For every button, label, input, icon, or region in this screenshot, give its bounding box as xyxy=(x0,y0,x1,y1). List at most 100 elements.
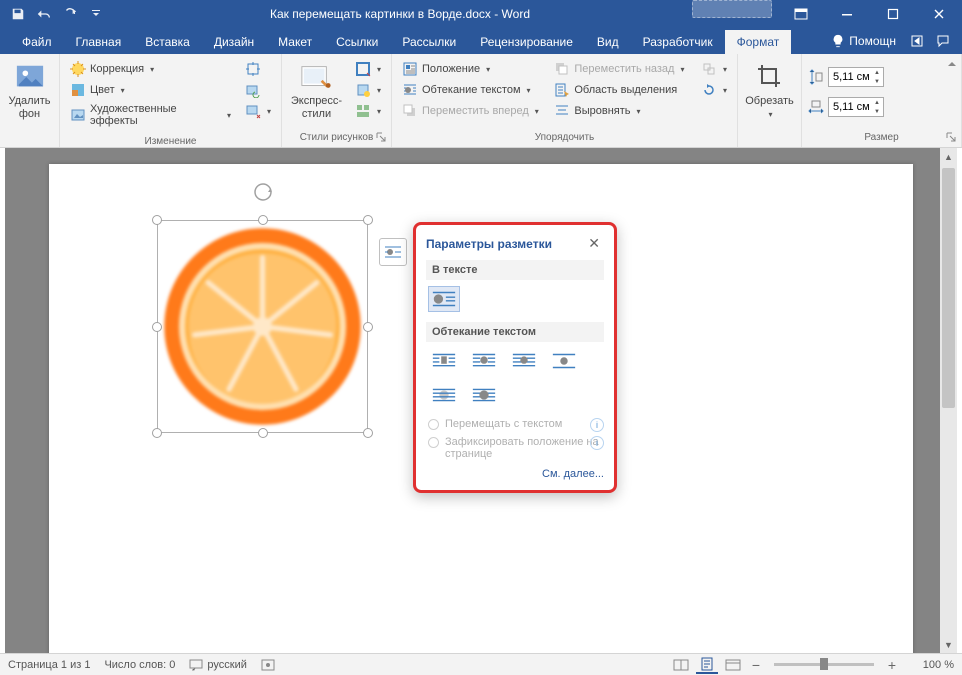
width-spinner[interactable]: ▲▼ xyxy=(808,97,884,117)
wrap-option-inline[interactable] xyxy=(428,286,460,312)
resize-handle-n[interactable] xyxy=(258,215,268,225)
tab-file[interactable]: Файл xyxy=(10,30,64,54)
tell-me-search[interactable]: Помощн xyxy=(823,28,904,54)
language-button[interactable]: русский xyxy=(189,659,246,671)
color-button[interactable]: Цвет ▾ xyxy=(66,80,235,100)
minimize-button[interactable] xyxy=(824,0,870,28)
crop-button[interactable]: Обрезать▾ xyxy=(742,57,797,127)
resize-handle-s[interactable] xyxy=(258,428,268,438)
zoom-in-button[interactable]: + xyxy=(884,657,900,673)
layout-options-button[interactable] xyxy=(379,238,407,266)
crop-icon xyxy=(754,61,786,93)
express-styles-button[interactable]: Экспресс- стили xyxy=(286,57,347,127)
close-button[interactable] xyxy=(916,0,962,28)
tab-design[interactable]: Дизайн xyxy=(202,30,266,54)
see-more-link[interactable]: См. далее... xyxy=(426,468,604,480)
read-mode-button[interactable] xyxy=(670,656,692,674)
tab-developer[interactable]: Разработчик xyxy=(631,30,725,54)
change-picture-button[interactable] xyxy=(241,80,275,100)
tab-references[interactable]: Ссылки xyxy=(324,30,390,54)
tab-view[interactable]: Вид xyxy=(585,30,631,54)
tab-review[interactable]: Рецензирование xyxy=(468,30,585,54)
border-icon xyxy=(355,61,371,77)
spin-up[interactable]: ▲ xyxy=(871,68,883,77)
ribbon-display-options[interactable] xyxy=(778,0,824,28)
print-layout-button[interactable] xyxy=(696,656,718,674)
web-layout-button[interactable] xyxy=(722,656,744,674)
position-button[interactable]: Положение ▾ xyxy=(398,59,544,79)
group-button[interactable]: ▾ xyxy=(697,59,731,79)
wrap-option-top-bottom[interactable] xyxy=(548,348,580,374)
zoom-slider[interactable] xyxy=(774,663,874,666)
popup-close-button[interactable]: ✕ xyxy=(584,235,604,252)
picture-effects-button[interactable]: ▾ xyxy=(351,80,385,100)
reset-picture-button[interactable]: ▾ xyxy=(241,101,275,121)
qat-customize-button[interactable] xyxy=(84,2,108,26)
layout-icon xyxy=(355,103,371,119)
collapse-ribbon-button[interactable] xyxy=(946,58,958,70)
info-icon[interactable]: i xyxy=(590,436,604,450)
rotate-button[interactable]: ▾ xyxy=(697,80,731,100)
word-count[interactable]: Число слов: 0 xyxy=(104,659,175,671)
tab-insert[interactable]: Вставка xyxy=(133,30,202,54)
rotate-handle[interactable] xyxy=(253,182,273,202)
resize-handle-ne[interactable] xyxy=(363,215,373,225)
vertical-scrollbar[interactable]: ▲ ▼ xyxy=(940,148,957,653)
spin-down[interactable]: ▼ xyxy=(871,107,883,116)
remove-bg-label: Удалить фон xyxy=(9,95,51,120)
resize-handle-e[interactable] xyxy=(363,322,373,332)
change-picture-icon xyxy=(245,82,261,98)
wrap-text-icon xyxy=(402,82,418,98)
resize-handle-sw[interactable] xyxy=(152,428,162,438)
wrap-option-square[interactable] xyxy=(428,348,460,374)
fix-position-radio: Зафиксировать положение на странице i xyxy=(426,436,604,460)
compress-pictures-button[interactable] xyxy=(241,59,275,79)
tab-mailings[interactable]: Рассылки xyxy=(390,30,468,54)
send-backward-button[interactable]: Переместить назад ▾ xyxy=(550,59,691,79)
share-button[interactable] xyxy=(904,28,930,54)
wrap-option-tight[interactable] xyxy=(468,348,500,374)
wrap-option-front[interactable] xyxy=(468,382,500,408)
wrap-option-behind[interactable] xyxy=(428,382,460,408)
tab-layout[interactable]: Макет xyxy=(266,30,324,54)
selected-image[interactable] xyxy=(157,220,368,433)
zoom-level[interactable]: 100 % xyxy=(904,659,954,671)
tab-format[interactable]: Формат xyxy=(725,30,792,54)
resize-handle-nw[interactable] xyxy=(152,215,162,225)
resize-handle-w[interactable] xyxy=(152,322,162,332)
zoom-thumb[interactable] xyxy=(820,658,828,670)
info-icon[interactable]: i xyxy=(590,418,604,432)
dialog-launcher-icon[interactable] xyxy=(376,132,388,144)
page-info[interactable]: Страница 1 из 1 xyxy=(8,659,90,671)
wrap-text-button[interactable]: Обтекание текстом ▾ xyxy=(398,80,544,100)
wrap-option-through[interactable] xyxy=(508,348,540,374)
maximize-button[interactable] xyxy=(870,0,916,28)
corrections-button[interactable]: Коррекция ▾ xyxy=(66,59,235,79)
picture-border-button[interactable]: ▾ xyxy=(351,59,385,79)
comments-button[interactable] xyxy=(930,28,956,54)
spin-up[interactable]: ▲ xyxy=(871,98,883,107)
macro-button[interactable] xyxy=(261,659,275,671)
scroll-thumb[interactable] xyxy=(942,168,955,408)
account-area xyxy=(692,0,772,18)
bring-forward-button[interactable]: Переместить вперед ▾ xyxy=(398,101,544,121)
picture-layout-button[interactable]: ▾ xyxy=(351,101,385,121)
align-button[interactable]: Выровнять ▾ xyxy=(550,101,691,121)
scroll-down-button[interactable]: ▼ xyxy=(940,636,957,653)
save-button[interactable] xyxy=(6,2,30,26)
redo-button[interactable] xyxy=(58,2,82,26)
resize-handle-se[interactable] xyxy=(363,428,373,438)
remove-background-button[interactable]: Удалить фон xyxy=(4,57,55,127)
spin-down[interactable]: ▼ xyxy=(871,77,883,86)
height-spinner[interactable]: ▲▼ xyxy=(808,67,884,87)
tab-home[interactable]: Главная xyxy=(64,30,134,54)
undo-button[interactable] xyxy=(32,2,56,26)
artistic-effects-button[interactable]: Художественные эффекты ▾ xyxy=(66,101,235,129)
zoom-out-button[interactable]: − xyxy=(748,657,764,673)
dialog-launcher-icon[interactable] xyxy=(946,132,958,144)
selection-pane-button[interactable]: Область выделения xyxy=(550,80,691,100)
status-bar: Страница 1 из 1 Число слов: 0 русский − … xyxy=(0,653,962,675)
remove-bg-icon xyxy=(14,61,46,93)
page[interactable]: Параметры разметки ✕ В тексте Обтекание … xyxy=(49,164,913,653)
scroll-up-button[interactable]: ▲ xyxy=(940,148,957,165)
